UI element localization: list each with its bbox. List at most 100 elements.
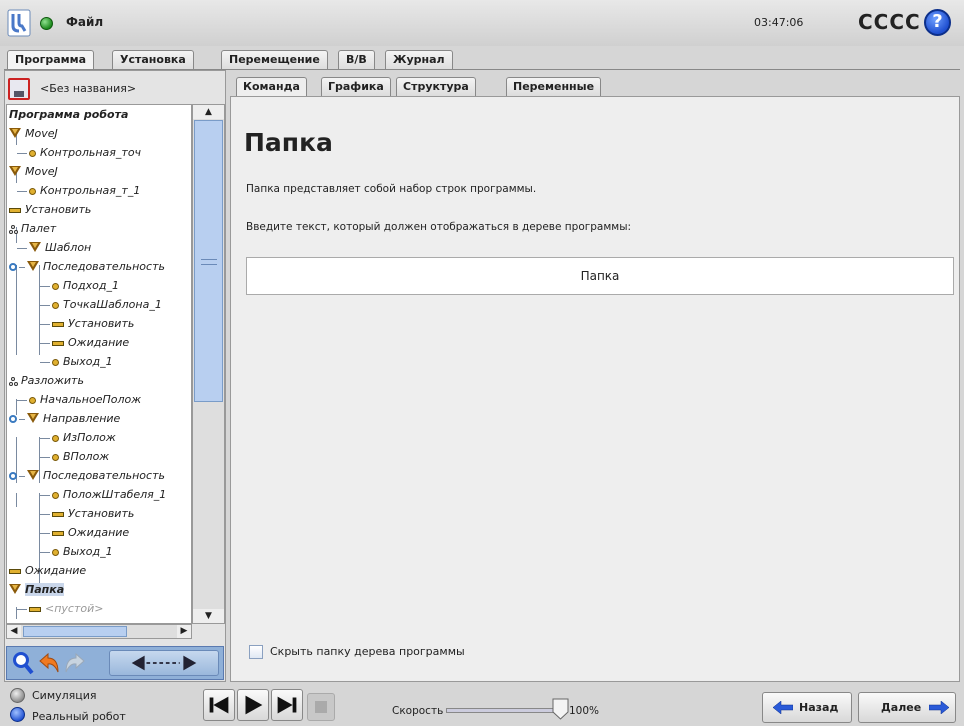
tree-horizontal-scrollbar[interactable]: ◀ ▶ xyxy=(6,624,192,639)
tree-item-start-pos[interactable]: НачальноеПолож xyxy=(17,390,141,409)
tree-item-pallet[interactable]: Палет xyxy=(9,219,56,238)
ur-logo-icon xyxy=(7,9,31,37)
page-title: Папка xyxy=(244,128,333,157)
collapse-icon[interactable] xyxy=(9,263,17,271)
clock: 03:47:06 xyxy=(754,16,804,29)
scroll-right-icon[interactable]: ▶ xyxy=(177,625,191,638)
tree-item-robot-program[interactable]: Программа робота xyxy=(9,105,128,124)
tree-item-pattern-point[interactable]: ТочкаШаблона_1 xyxy=(40,295,162,314)
arrow-right-icon xyxy=(929,701,949,714)
tree-item-sequence-2[interactable]: Последовательность xyxy=(9,466,165,485)
waypoint-icon xyxy=(52,358,59,366)
wait-icon xyxy=(52,340,64,346)
movej-icon xyxy=(9,166,21,176)
tab-graphics[interactable]: Графика xyxy=(321,77,391,96)
pallet-icon xyxy=(9,224,18,234)
step-button[interactable] xyxy=(271,689,303,721)
scroll-thumb[interactable] xyxy=(194,120,223,402)
scroll-down-icon[interactable]: ▼ xyxy=(193,609,224,623)
tree-item-sequence-1[interactable]: Последовательность xyxy=(9,257,165,276)
tree-item-movej-2[interactable]: MoveJ xyxy=(9,162,58,181)
tree-item-waypoint-1[interactable]: Контрольная_точ xyxy=(17,143,141,162)
help-icon[interactable]: ? xyxy=(924,9,951,36)
wait-icon xyxy=(9,568,21,574)
tree-item-to-pos[interactable]: ВПолож xyxy=(40,447,109,466)
tree-item-wait-2[interactable]: Ожидание xyxy=(40,523,129,542)
tree-item-empty[interactable]: <пустой> xyxy=(17,599,103,618)
tree-item-direction[interactable]: Направление xyxy=(9,409,120,428)
speed-slider-thumb[interactable] xyxy=(552,698,569,720)
tab-move[interactable]: Перемещение xyxy=(221,50,328,70)
go-to-start-button[interactable] xyxy=(203,689,235,721)
tree-item-waypoint-2[interactable]: Контрольная_т_1 xyxy=(17,181,140,200)
back-button[interactable]: Назад xyxy=(762,692,852,723)
tab-structure[interactable]: Структура xyxy=(396,77,476,96)
pallet-icon xyxy=(9,376,18,386)
simulation-label: Симуляция xyxy=(32,689,97,702)
tree-item-wait-3[interactable]: Ожидание xyxy=(9,561,86,580)
tab-io[interactable]: В/В xyxy=(338,50,375,70)
tree-item-set-1[interactable]: Установить xyxy=(9,200,91,219)
tree-vertical-scrollbar[interactable]: ▲ ▼ xyxy=(192,104,225,624)
real-robot-radio[interactable] xyxy=(10,707,25,722)
robot-name: CCCC xyxy=(858,10,921,34)
move-node-button[interactable] xyxy=(109,650,219,676)
tree-item-set-3[interactable]: Установить xyxy=(40,504,134,523)
waypoint-icon xyxy=(52,434,59,442)
hide-folder-checkbox[interactable] xyxy=(249,645,263,659)
next-button[interactable]: Далее xyxy=(858,692,956,723)
waypoint-icon xyxy=(52,548,59,556)
collapse-icon[interactable] xyxy=(9,472,17,480)
tree-item-from-pos[interactable]: ИзПолож xyxy=(40,428,116,447)
tree-item-movej-1[interactable]: MoveJ xyxy=(9,124,58,143)
tree-item-depallet[interactable]: Разложить xyxy=(9,371,84,390)
folder-name-prompt: Введите текст, который должен отображать… xyxy=(246,221,632,233)
folder-icon xyxy=(29,242,41,252)
file-menu[interactable]: Файл xyxy=(66,15,103,29)
real-robot-label: Реальный робот xyxy=(32,710,126,723)
folder-icon xyxy=(27,413,39,423)
empty-icon xyxy=(29,606,41,612)
tab-installation[interactable]: Установка xyxy=(112,50,194,70)
tab-log[interactable]: Журнал xyxy=(385,50,453,70)
tree-item-pattern[interactable]: Шаблон xyxy=(17,238,91,257)
tree-item-wait-1[interactable]: Ожидание xyxy=(40,333,129,352)
robot-status-icon[interactable] xyxy=(40,17,53,30)
simulation-radio[interactable] xyxy=(10,688,25,703)
collapse-icon[interactable] xyxy=(9,415,17,423)
waypoint-icon xyxy=(52,491,59,499)
save-program-icon[interactable] xyxy=(8,78,30,100)
waypoint-icon xyxy=(29,396,36,404)
folder-name-input[interactable] xyxy=(246,257,954,295)
tree-item-exit-1[interactable]: Выход_1 xyxy=(40,352,113,371)
tree-item-approach[interactable]: Подход_1 xyxy=(40,276,119,295)
undo-icon[interactable] xyxy=(37,650,61,676)
wait-icon xyxy=(52,530,64,536)
play-button[interactable] xyxy=(237,689,269,721)
search-icon[interactable] xyxy=(11,650,35,676)
tab-variables[interactable]: Переменные xyxy=(506,77,602,96)
scroll-thumb-horizontal[interactable] xyxy=(23,626,127,637)
folder-icon xyxy=(27,261,39,271)
tree-item-folder-selected[interactable]: Папка xyxy=(9,580,65,599)
tree-toolbar xyxy=(6,646,224,680)
arrow-left-icon xyxy=(773,701,793,714)
tree-item-stack-pos[interactable]: ПоложШтабеля_1 xyxy=(40,485,166,504)
tree-item-exit-2[interactable]: Выход_1 xyxy=(40,542,113,561)
stop-button[interactable] xyxy=(307,693,335,721)
speed-label: Скорость xyxy=(392,705,444,717)
scroll-up-icon[interactable]: ▲ xyxy=(193,105,224,119)
tab-command[interactable]: Команда xyxy=(236,77,307,96)
scroll-left-icon[interactable]: ◀ xyxy=(7,625,21,638)
movej-icon xyxy=(9,128,21,138)
waypoint-icon xyxy=(29,187,36,195)
speed-slider-track[interactable] xyxy=(446,708,556,713)
tab-program[interactable]: Программа xyxy=(7,50,95,70)
waypoint-icon xyxy=(52,282,59,290)
program-tree[interactable]: Программа робота MoveJ Контрольная_точ M… xyxy=(6,104,192,624)
redo-icon[interactable] xyxy=(63,650,87,676)
folder-description: Папка представляет собой набор строк про… xyxy=(246,183,537,195)
set-icon xyxy=(9,207,21,213)
waypoint-icon xyxy=(52,453,59,461)
tree-item-set-2[interactable]: Установить xyxy=(40,314,134,333)
